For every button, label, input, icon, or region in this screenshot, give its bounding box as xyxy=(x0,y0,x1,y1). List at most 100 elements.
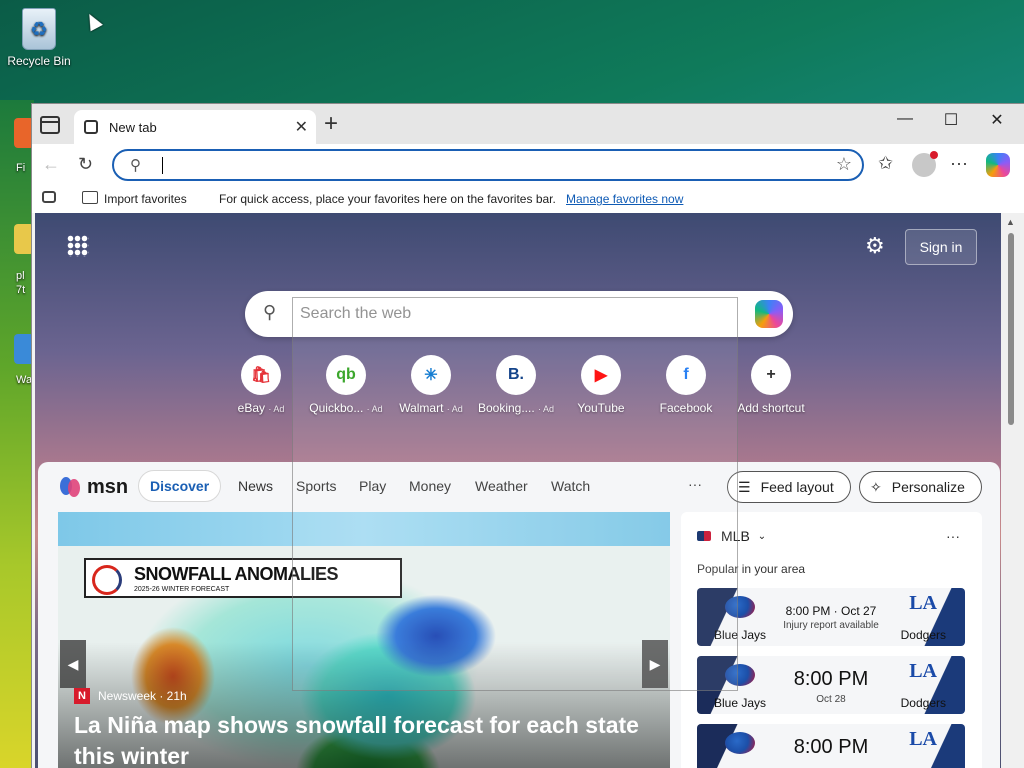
chevron-down-icon: ⌄ xyxy=(757,530,767,542)
feed-layout-label: Feed layout xyxy=(760,479,834,495)
feed-tab-sports[interactable]: Sports xyxy=(296,478,336,494)
previous-arrow-icon[interactable]: ◀ xyxy=(60,640,86,688)
article-headline[interactable]: La Niña map shows snowfall forecast for … xyxy=(74,710,664,768)
minimize-button[interactable]: — xyxy=(882,110,928,128)
recycle-bin-label: Recycle Bin xyxy=(7,54,71,68)
favorites-icon[interactable]: ✩ xyxy=(878,153,893,174)
favorites-bar-icon[interactable] xyxy=(42,191,56,203)
msn-logo[interactable]: msn xyxy=(60,472,128,502)
ad-label: · Ad xyxy=(268,404,285,414)
manage-favorites-link[interactable]: Manage favorites now xyxy=(566,192,683,206)
address-bar[interactable]: ⚲ ☆ xyxy=(112,149,864,181)
refresh-icon[interactable]: ↻ xyxy=(78,154,93,175)
shortcut-label: YouTube xyxy=(577,401,625,415)
mlb-scores-card: MLB ⌄ ··· Popular in your area LA Blue Ja… xyxy=(681,512,982,768)
game-note: Injury report available xyxy=(783,620,879,631)
search-placeholder: Search the web xyxy=(300,305,412,322)
feed-tab-weather[interactable]: Weather xyxy=(475,478,528,494)
card-more-options-icon[interactable]: ··· xyxy=(946,528,960,544)
game-time: 8:00 PM xyxy=(793,736,869,758)
feed-tab-play[interactable]: Play xyxy=(359,478,386,494)
shortcut-label: Booking.... · Ad xyxy=(477,401,555,415)
scrollbar-thumb[interactable] xyxy=(1008,233,1014,425)
page-scrollbar[interactable]: ▲ xyxy=(1001,213,1024,768)
next-arrow-icon[interactable]: ▶ xyxy=(642,640,668,688)
shortcut-label: eBay · Ad xyxy=(237,401,285,415)
youtube-icon: ▶ xyxy=(581,355,621,395)
feed-layout-button[interactable]: ☰ Feed layout xyxy=(727,471,851,503)
recycle-icon: ♻ xyxy=(22,8,56,50)
mlb-league-selector[interactable]: MLB ⌄ xyxy=(697,528,766,544)
copilot-icon[interactable] xyxy=(755,300,783,328)
close-tab-icon[interactable]: ✕ xyxy=(295,117,308,137)
shortcut-walmart[interactable]: ✳ Walmart · Ad xyxy=(389,355,473,415)
weather-channel-logo-icon xyxy=(92,565,122,595)
snowfall-banner: SNOWFALL ANOMALIES 2025-26 WINTER FORECA… xyxy=(84,558,402,598)
shortcut-facebook[interactable]: f Facebook xyxy=(644,355,728,415)
source-label: Newsweek · 21h xyxy=(98,689,187,703)
profile-avatar[interactable] xyxy=(912,151,938,177)
app-launcher-icon[interactable] xyxy=(67,235,89,257)
sparkle-icon: ✧ xyxy=(870,478,882,495)
game-row[interactable]: LA Blue Jays Dodgers 8:00 PM · Oct 27 Injury… xyxy=(697,588,965,646)
shortcut-plus[interactable]: + Add shortcut xyxy=(729,355,813,415)
desktop-wallpaper-strip xyxy=(0,100,34,768)
shortcut-label: Quickbo... · Ad xyxy=(309,401,383,415)
copilot-icon[interactable] xyxy=(986,153,1010,177)
feed-tab-money[interactable]: Money xyxy=(409,478,451,494)
hero-news-card[interactable]: SNOWFALL ANOMALIES 2025-26 WINTER FORECA… xyxy=(58,512,670,768)
walmart-icon: ✳ xyxy=(411,355,451,395)
more-tabs-icon[interactable]: ··· xyxy=(688,476,702,492)
feed-tab-watch[interactable]: Watch xyxy=(551,478,590,494)
feed-tab-news[interactable]: News xyxy=(238,478,273,494)
maximize-button[interactable]: ☐ xyxy=(928,110,974,130)
back-arrow-icon[interactable]: ← xyxy=(42,154,60,175)
mouse-cursor-icon xyxy=(83,10,103,32)
msn-feed: msn Discover News Sports Play Money Weather Wa… xyxy=(38,462,1000,768)
search-icon: ⚲ xyxy=(130,157,141,174)
shortcut-quickbooks[interactable]: qb Quickbo... · Ad xyxy=(304,355,388,415)
tab-new-tab[interactable]: New tab ✕ xyxy=(74,110,316,144)
favorites-bar-message: For quick access, place your favorites h… xyxy=(219,192,556,206)
ad-label: · Ad xyxy=(446,404,463,414)
game-time: 8:00 PM xyxy=(793,668,869,690)
tab-actions-icon[interactable] xyxy=(40,116,60,134)
ebay-icon: 🛍 xyxy=(241,355,281,395)
facebook-icon: f xyxy=(666,355,706,395)
favorite-star-icon[interactable]: ☆ xyxy=(836,154,852,175)
shortcut-ebay[interactable]: 🛍 eBay · Ad xyxy=(219,355,303,415)
tab-title: New tab xyxy=(109,120,157,135)
personalize-button[interactable]: ✧ Personalize xyxy=(859,471,982,503)
shortcut-booking[interactable]: B. Booking.... · Ad xyxy=(474,355,558,415)
search-icon: ⚲ xyxy=(263,302,277,322)
newsweek-logo-icon: N xyxy=(74,688,90,704)
new-tab-page: ⚙ Sign in ⚲ Search the web 🛍 eBay · Ad qb Q… xyxy=(35,213,1001,768)
sign-in-button[interactable]: Sign in xyxy=(905,229,977,265)
shortcut-youtube[interactable]: ▶ YouTube xyxy=(559,355,643,415)
web-search-box[interactable]: ⚲ Search the web xyxy=(245,291,793,337)
msn-butterfly-icon xyxy=(60,477,84,497)
recycle-bin-desktop-icon[interactable]: ♻ Recycle Bin xyxy=(4,8,74,68)
ad-label: · Ad xyxy=(366,404,383,414)
scroll-up-arrow-icon[interactable]: ▲ xyxy=(1006,217,1015,227)
booking-icon: B. xyxy=(496,355,536,395)
game-row[interactable]: LA Blue Jays Dodgers 8:00 PM Oct 28 xyxy=(697,656,965,714)
feed-tab-discover[interactable]: Discover xyxy=(138,470,222,502)
shortcut-label: Facebook xyxy=(659,401,713,415)
banner-subtitle: 2025-26 WINTER FORECAST xyxy=(134,586,230,593)
import-favorites-icon xyxy=(82,191,98,204)
import-favorites-button[interactable]: Import favorites xyxy=(104,192,187,206)
quickbooks-icon: qb xyxy=(326,355,366,395)
hero-image-sky xyxy=(58,512,670,546)
browser-toolbar: ← ↻ ⚲ ☆ ✩ ··· xyxy=(32,144,1024,185)
mlb-subtitle: Popular in your area xyxy=(697,562,806,576)
settings-gear-icon[interactable]: ⚙ xyxy=(865,233,885,259)
game-row[interactable]: LA 8:00 PM xyxy=(697,724,965,768)
ad-label: · Ad xyxy=(538,404,555,414)
close-window-button[interactable]: ✕ xyxy=(974,110,1020,130)
more-options-icon[interactable]: ··· xyxy=(950,153,968,174)
shortcut-label: Walmart · Ad xyxy=(399,401,463,415)
new-tab-button[interactable]: + xyxy=(324,110,338,138)
favorites-bar: Import favorites For quick access, place… xyxy=(32,185,1024,213)
tab-bar: New tab ✕ + — ☐ ✕ xyxy=(32,104,1024,144)
